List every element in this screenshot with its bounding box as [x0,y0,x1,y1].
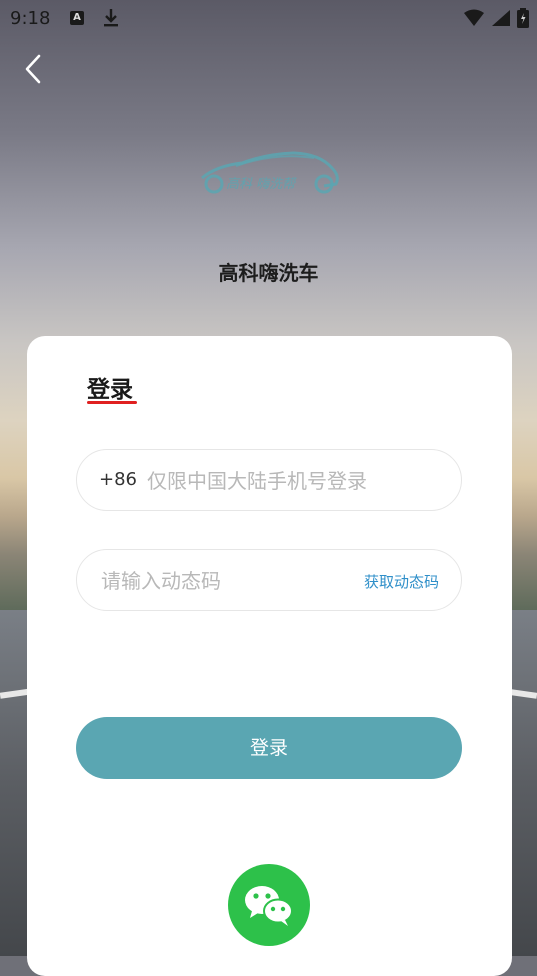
status-time: 9:18 [10,8,51,29]
phone-field: +86 [76,449,462,511]
code-field: 获取动态码 [76,549,462,611]
country-code-prefix[interactable]: +86 [99,469,137,490]
login-card: 登录 +86 获取动态码 登录 [27,336,512,976]
battery-icon [517,8,529,32]
notification-a-icon: A [70,11,84,25]
download-icon [103,8,119,32]
title-underline [87,401,137,404]
wifi-icon [463,9,485,31]
brand-name: 高科嗨洗车 [218,261,319,285]
login-button[interactable]: 登录 [76,717,462,779]
back-button[interactable] [22,54,44,84]
login-title: 登录 [87,377,133,403]
wechat-login-button[interactable] [228,864,310,946]
wechat-icon [245,886,293,926]
signal-icon [491,9,511,31]
phone-input[interactable] [145,464,449,498]
status-bar: 9:18 A [0,0,537,36]
app-logo: 高科 嗨洗帮 [196,148,342,198]
chevron-left-icon [25,54,41,84]
get-code-button[interactable]: 获取动态码 [364,571,439,592]
verification-code-input[interactable] [99,564,333,598]
status-icons [463,8,529,32]
logo-text: 高科 嗨洗帮 [226,177,297,192]
